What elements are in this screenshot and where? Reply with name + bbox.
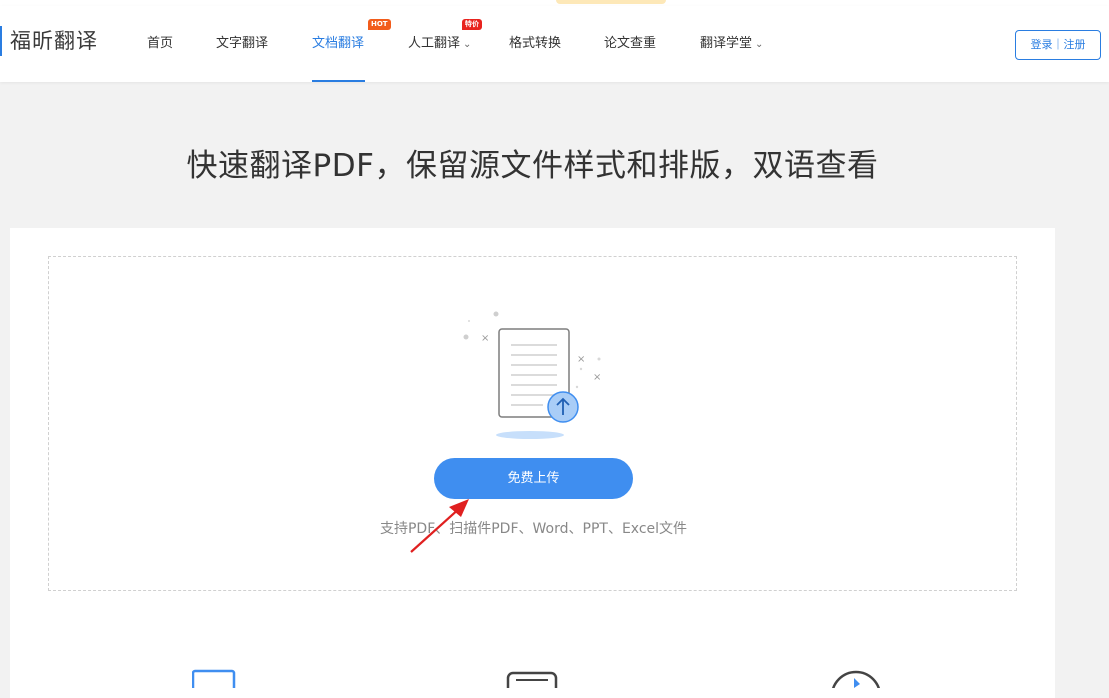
svg-text:×: × [577,354,585,365]
free-upload-button[interactable]: 免费上传 [434,458,633,499]
special-badge: 特价 [462,19,482,30]
svg-text:×: × [593,372,601,383]
top-banner-accent [556,0,666,4]
feature-document-icon [506,671,558,688]
nav-text-translate[interactable]: 文字翻译 [216,32,268,56]
nav-home[interactable]: 首页 [147,32,173,56]
logo[interactable]: 福昕翻译 [10,26,98,56]
hot-badge: HOT [368,19,391,30]
logo-bar [0,26,2,56]
nav-paper-check[interactable]: 论文查重 [604,32,656,56]
supported-formats-text: 支持PDF、扫描件PDF、Word、PPT、Excel文件 [379,521,688,537]
upload-dropzone[interactable]: × × × 免费上传 支持PDF、扫描件PDF、Word、PPT、Excel文件 [48,256,1017,591]
upload-card: × × × 免费上传 支持PDF、扫描件PDF、Word、PPT、Excel文件 [10,228,1055,698]
nav-translate-school-label: 翻译学堂 [700,36,753,51]
svg-text:×: × [481,333,489,344]
nav-format-convert[interactable]: 格式转换 [509,32,561,56]
active-tab-indicator [312,80,365,82]
feature-clock-icon [832,670,880,688]
header: 福昕翻译 首页 文字翻译 文档翻译 HOT 人工翻译 ⌄ 特价 格式转换 论文查重… [0,6,1109,82]
feature-monitor-icon [192,669,236,688]
nav-human-translate-label: 人工翻译 [408,36,461,51]
nav-doc-translate[interactable]: 文档翻译 [312,32,364,56]
upload-document-icon: × × × [463,311,601,439]
chevron-down-icon: ⌄ [755,39,764,50]
chevron-down-icon: ⌄ [463,39,472,50]
page-title: 快速翻译PDF，保留源文件样式和排版，双语查看 [186,148,879,184]
nav-human-translate[interactable]: 人工翻译 ⌄ [408,32,471,56]
nav-translate-school[interactable]: 翻译学堂 ⌄ [700,32,763,56]
arrow-up-icon [547,391,579,423]
annotation-arrow [410,499,469,553]
login-register-button[interactable]: 登录｜注册 [1015,30,1101,60]
